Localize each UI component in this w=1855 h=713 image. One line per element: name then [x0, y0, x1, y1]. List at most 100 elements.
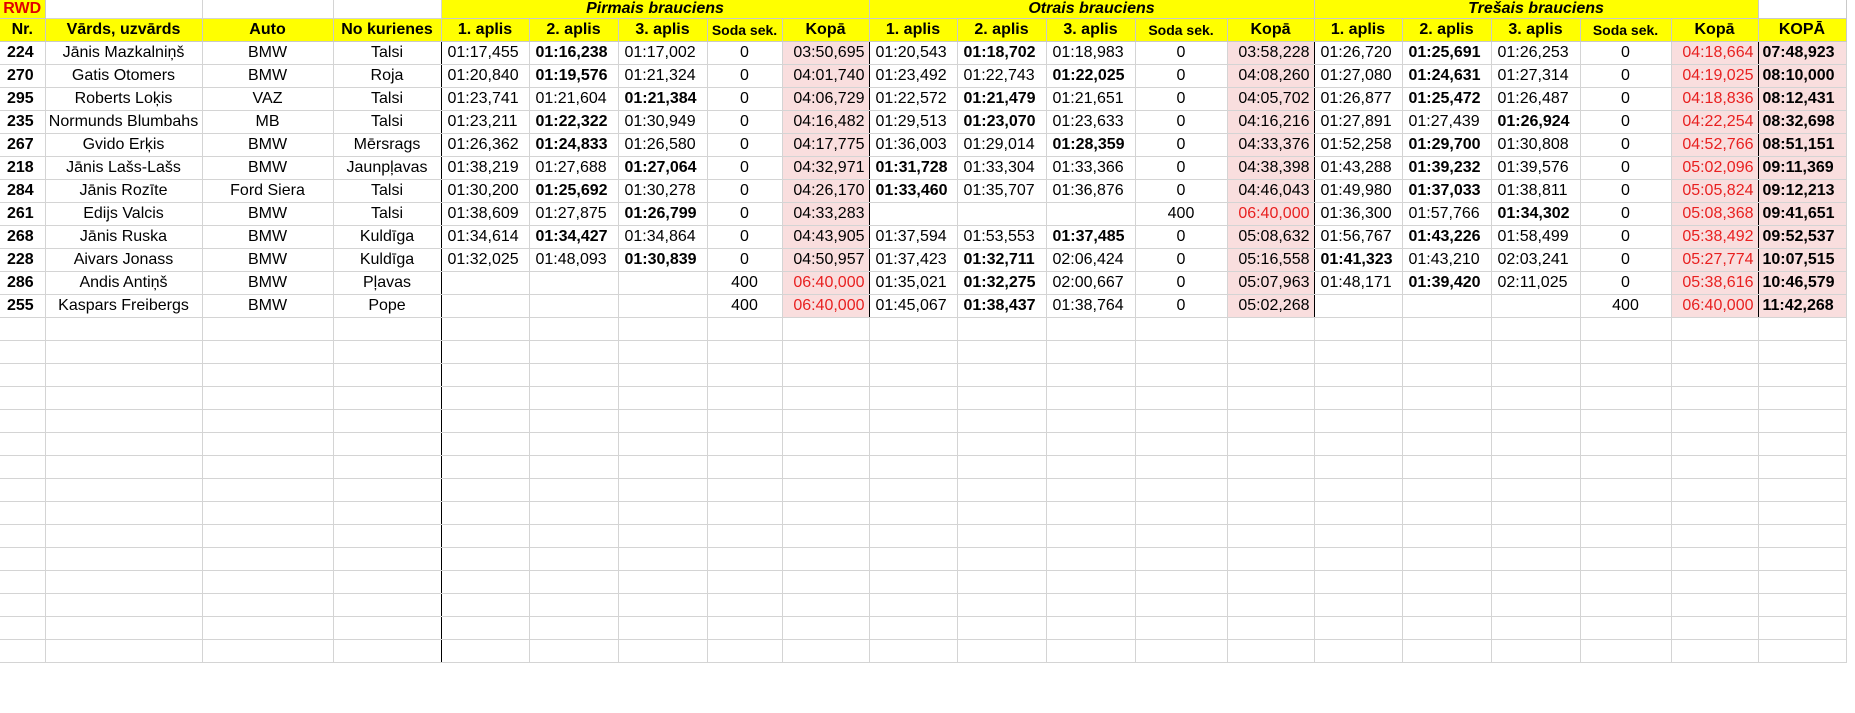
cell-run1-lap3[interactable] — [618, 271, 708, 295]
empty-cell[interactable] — [1671, 616, 1759, 640]
cell-run3-penalty[interactable]: 400 — [1580, 294, 1672, 318]
empty-cell[interactable] — [1046, 616, 1136, 640]
empty-cell[interactable] — [618, 317, 708, 341]
empty-cell[interactable] — [957, 409, 1047, 433]
empty-cell[interactable] — [869, 547, 958, 571]
cell-run3-lap1[interactable]: 01:26,877 — [1314, 87, 1403, 111]
header-run3-sum[interactable]: Kopā — [1671, 18, 1759, 42]
empty-cell[interactable] — [957, 547, 1047, 571]
empty-cell[interactable] — [45, 432, 203, 456]
empty-cell[interactable] — [707, 616, 783, 640]
cell-auto[interactable]: BMW — [202, 294, 334, 318]
empty-cell[interactable] — [1046, 478, 1136, 502]
empty-cell[interactable] — [618, 409, 708, 433]
empty-cell[interactable] — [1580, 593, 1672, 617]
empty-cell[interactable] — [1314, 386, 1403, 410]
cell-auto[interactable]: BMW — [202, 202, 334, 226]
cell-run2-penalty[interactable]: 0 — [1135, 179, 1228, 203]
cell-run1-sum[interactable]: 04:32,971 — [782, 156, 870, 180]
cell-run3-sum[interactable]: 04:18,836 — [1671, 87, 1759, 111]
cell-run2-lap3[interactable]: 01:22,025 — [1046, 64, 1136, 88]
cell-run2-lap1[interactable]: 01:20,543 — [869, 41, 958, 65]
cell-run2-lap2[interactable]: 01:23,070 — [957, 110, 1047, 134]
empty-cell[interactable] — [782, 593, 870, 617]
table-row[interactable]: 261 Edijs Valcis BMW Talsi 01:38,609 01:27,87… — [0, 202, 1847, 226]
empty-cell[interactable] — [1046, 409, 1136, 433]
empty-cell[interactable] — [1758, 363, 1847, 387]
empty-cell[interactable] — [707, 547, 783, 571]
empty-cell[interactable] — [441, 363, 530, 387]
cell-run1-lap1[interactable]: 01:26,362 — [441, 133, 530, 157]
cell-run3-lap1[interactable]: 01:36,300 — [1314, 202, 1403, 226]
group-header-run-1[interactable]: Pirmais brauciens — [441, 0, 870, 19]
empty-cell[interactable] — [782, 501, 870, 525]
cell-run3-lap3[interactable]: 01:58,499 — [1491, 225, 1581, 249]
cell-run2-lap2[interactable]: 01:33,304 — [957, 156, 1047, 180]
cell-run3-penalty[interactable]: 0 — [1580, 87, 1672, 111]
empty-cell[interactable] — [1402, 501, 1492, 525]
cell-run1-lap2[interactable]: 01:27,875 — [529, 202, 619, 226]
empty-cell[interactable] — [782, 455, 870, 479]
empty-cell[interactable] — [1314, 340, 1403, 364]
empty-cell[interactable] — [707, 524, 783, 548]
empty-cell[interactable] — [1135, 616, 1228, 640]
cell-run1-sum[interactable]: 04:50,957 — [782, 248, 870, 272]
empty-cell[interactable] — [707, 432, 783, 456]
cell-run2-lap3[interactable]: 01:33,366 — [1046, 156, 1136, 180]
empty-cell[interactable] — [202, 409, 334, 433]
empty-cell[interactable] — [1135, 593, 1228, 617]
cell-run1-lap3[interactable]: 01:21,384 — [618, 87, 708, 111]
cell-run3-sum[interactable]: 04:18,664 — [1671, 41, 1759, 65]
cell-run2-penalty[interactable]: 0 — [1135, 156, 1228, 180]
cell-auto[interactable]: BMW — [202, 64, 334, 88]
empty-cell[interactable] — [202, 432, 334, 456]
empty-cell[interactable] — [1402, 639, 1492, 663]
cell-run1-lap3[interactable]: 01:21,324 — [618, 64, 708, 88]
empty-cell[interactable] — [782, 317, 870, 341]
empty-cell[interactable] — [441, 616, 530, 640]
empty-cell[interactable] — [1046, 340, 1136, 364]
empty-cell[interactable] — [333, 616, 442, 640]
empty-cell[interactable] — [957, 478, 1047, 502]
empty-cell[interactable] — [1046, 593, 1136, 617]
cell-run2-sum[interactable]: 04:38,398 — [1227, 156, 1315, 180]
empty-cell[interactable] — [529, 386, 619, 410]
cell-run3-lap3[interactable]: 01:39,576 — [1491, 156, 1581, 180]
empty-cell[interactable] — [529, 340, 619, 364]
cell-auto[interactable]: BMW — [202, 156, 334, 180]
cell-run1-lap2[interactable]: 01:25,692 — [529, 179, 619, 203]
cell-run2-sum[interactable]: 05:02,268 — [1227, 294, 1315, 318]
empty-cell[interactable] — [1580, 570, 1672, 594]
empty-cell[interactable] — [333, 501, 442, 525]
empty-cell[interactable] — [45, 639, 203, 663]
empty-cell[interactable] — [45, 570, 203, 594]
header-run3-lap1[interactable]: 1. aplis — [1314, 18, 1403, 42]
cell-run1-penalty[interactable]: 0 — [707, 110, 783, 134]
empty-cell[interactable] — [618, 432, 708, 456]
empty-cell[interactable] — [1671, 432, 1759, 456]
empty-cell[interactable] — [202, 317, 334, 341]
empty-cell[interactable] — [45, 340, 203, 364]
cell-run1-sum[interactable]: 03:50,695 — [782, 41, 870, 65]
empty-cell[interactable] — [529, 570, 619, 594]
empty-cell[interactable] — [707, 340, 783, 364]
cell-run2-sum[interactable]: 06:40,000 — [1227, 202, 1315, 226]
table-row[interactable]: 218 Jānis Lašs-Lašs BMW Jaunpļavas 01:38,219… — [0, 156, 1847, 180]
empty-cell[interactable] — [1758, 524, 1847, 548]
empty-cell[interactable] — [1314, 547, 1403, 571]
empty-cell[interactable] — [202, 593, 334, 617]
empty-cell[interactable] — [202, 570, 334, 594]
cell-run2-lap1[interactable]: 01:31,728 — [869, 156, 958, 180]
cell-run2-lap3[interactable]: 01:21,651 — [1046, 87, 1136, 111]
group-header-run-3[interactable]: Trešais brauciens — [1314, 0, 1759, 19]
empty-cell[interactable] — [1758, 409, 1847, 433]
empty-cell[interactable] — [45, 593, 203, 617]
empty-cell[interactable] — [1135, 317, 1228, 341]
cell-run2-lap1[interactable]: 01:37,594 — [869, 225, 958, 249]
cell-nr[interactable]: 255 — [0, 294, 46, 318]
empty-cell[interactable] — [1135, 409, 1228, 433]
empty-cell[interactable] — [1491, 340, 1581, 364]
cell-run2-lap3[interactable]: 01:36,876 — [1046, 179, 1136, 203]
cell-run3-lap1[interactable]: 01:48,171 — [1314, 271, 1403, 295]
empty-cell[interactable] — [1758, 616, 1847, 640]
